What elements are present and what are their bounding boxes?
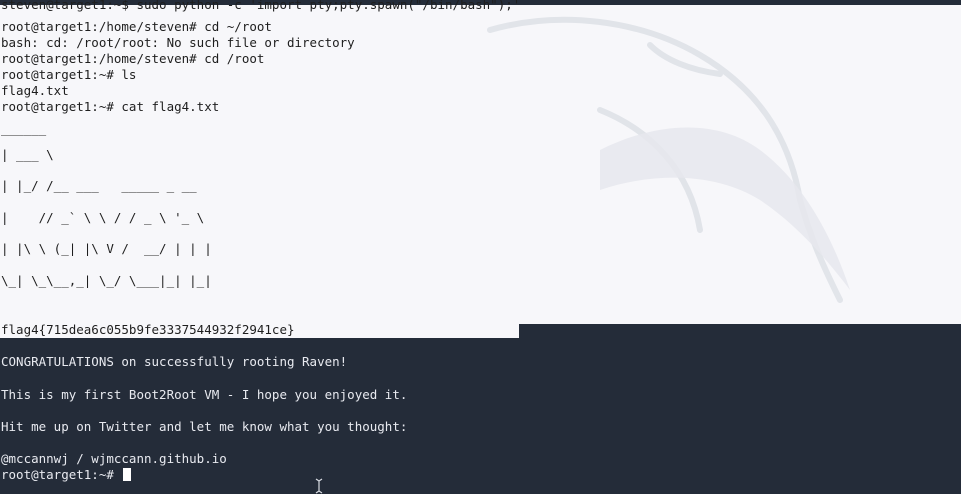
terminal-cursor <box>123 468 132 481</box>
contact-line: @mccannwj / wjmccann.github.io <box>1 451 227 466</box>
ascii-art-line: \_| \_\__,_| \_/ \___|_| |_| <box>1 273 212 288</box>
terminal-line: root@target1:~# cat flag4.txt <box>1 99 220 114</box>
ascii-art-line: | |_/ /__ ___ _____ _ __ <box>1 178 197 193</box>
terminal-line: root@target1:~# ls <box>1 67 137 82</box>
ascii-art-line: | ___ \ <box>1 147 54 162</box>
congrats-line: CONGRATULATIONS on successfully rooting … <box>1 354 348 369</box>
flag-line: flag4{715dea6c055b9fe3337544932f2941ce} <box>1 322 295 337</box>
terminal-line: steven@target1:~$ sudo python -c 'import… <box>1 0 521 12</box>
ascii-art-line: | // _` \ \ / / _ \ '_ \ <box>1 210 205 225</box>
terminal-line: bash: cd: /root/root: No such file or di… <box>1 35 355 50</box>
message-line: This is my first Boot2Root VM - I hope y… <box>1 387 408 402</box>
terminal-line: flag4.txt <box>1 83 69 98</box>
text-cursor-icon <box>315 478 323 494</box>
terminal-window[interactable]: { "terminal": { "lines": [ "steven@targe… <box>0 0 961 494</box>
terminal-line: root@target1:/home/steven# cd ~/root <box>1 19 272 34</box>
ascii-art-line: ______ <box>1 121 47 136</box>
terminal-line: root@target1:/home/steven# cd /root <box>1 51 265 66</box>
ascii-art-line: | |\ \ (_| |\ V / __/ | | | <box>1 241 212 256</box>
message-line: Hit me up on Twitter and let me know wha… <box>1 419 408 434</box>
prompt-text: root@target1:~# <box>1 467 122 482</box>
command-prompt[interactable]: root@target1:~# <box>1 467 132 483</box>
